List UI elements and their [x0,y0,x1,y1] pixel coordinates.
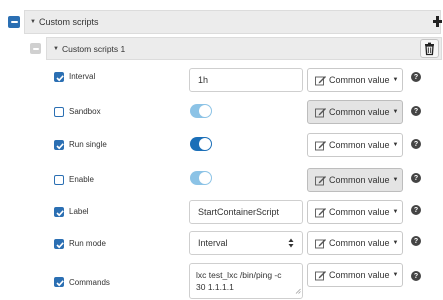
interval-label: Interval [69,72,96,81]
sandbox-checkbox[interactable] [54,107,64,117]
sandbox-toggle[interactable] [190,104,212,118]
enable-toggle[interactable] [190,171,212,185]
caret-down-icon: ▼ [392,77,399,83]
caret-down-icon: ▼ [392,142,399,148]
commands-line-2: 30 1.1.1.1 [196,282,234,292]
common-value-button-commands[interactable]: Common value ▼ [307,263,403,287]
run-mode-label: Run mode [69,239,106,248]
edit-icon [315,270,327,281]
collapse-section-button[interactable] [8,16,20,28]
caret-down-icon: ▼ [392,240,399,246]
enable-checkbox[interactable] [54,175,64,185]
run-single-checkbox[interactable] [54,140,64,150]
label-value: StartContainerScript [198,207,280,217]
common-value-button-run-mode[interactable]: Common value ▼ [307,231,403,255]
collapse-subsection-button[interactable] [30,43,41,54]
question-circle-icon[interactable]: ? [411,106,421,116]
common-value-button-interval[interactable]: Common value ▼ [307,68,403,92]
label-input[interactable]: StartContainerScript [189,200,303,224]
commands-line-1: lxc test_lxc /bin/ping -c [196,270,282,280]
question-circle-icon[interactable]: ? [411,205,421,215]
common-value-label: Common value [329,107,390,117]
question-circle-icon[interactable]: ? [411,173,421,183]
interval-checkbox[interactable] [54,72,64,82]
common-value-label: Common value [329,207,390,217]
edit-icon [315,238,327,249]
sandbox-label: Sandbox [69,107,101,116]
section-title: Custom scripts [38,17,99,27]
plus-icon [433,16,442,27]
run-mode-value: Interval [198,238,228,248]
caret-down-icon: ▼ [392,177,399,183]
interval-value: 1h [198,75,209,85]
caret-down-icon: ▼ [392,272,399,278]
common-value-button-label[interactable]: Common value ▼ [307,200,403,224]
question-circle-icon[interactable]: ? [411,236,421,246]
common-value-label: Common value [329,175,390,185]
run-mode-select[interactable]: Interval [189,231,303,255]
add-button[interactable] [432,12,443,30]
sort-arrows-icon [288,238,294,250]
edit-icon [315,140,327,151]
question-circle-icon[interactable]: ? [411,271,421,281]
edit-icon [315,175,327,186]
enable-label: Enable [69,175,94,184]
label-label: Label [69,207,89,216]
edit-icon [315,207,327,218]
delete-button[interactable] [420,39,439,58]
common-value-label: Common value [329,270,390,280]
commands-textarea[interactable]: lxc test_lxc /bin/ping -c 30 1.1.1.1 [189,263,303,299]
edit-icon [315,107,327,118]
edit-icon [315,75,327,86]
caret-down-icon: ▼ [53,45,59,52]
label-checkbox[interactable] [54,207,64,217]
common-value-label: Common value [329,140,390,150]
common-value-label: Common value [329,75,390,85]
common-value-button-run-single[interactable]: Common value ▼ [307,133,403,157]
common-value-button-sandbox[interactable]: Common value ▼ [307,100,403,124]
caret-down-icon: ▼ [30,19,36,25]
minus-icon [32,47,39,50]
common-value-label: Common value [329,238,390,248]
run-mode-checkbox[interactable] [54,239,64,249]
subsection-header[interactable]: ▼ Custom scripts 1 [46,37,442,60]
resize-handle[interactable] [295,285,301,297]
run-single-toggle[interactable] [190,137,212,151]
caret-down-icon: ▼ [392,209,399,215]
question-circle-icon[interactable]: ? [411,72,421,82]
section-header[interactable]: ▼ Custom scripts [24,10,441,34]
subsection-title: Custom scripts 1 [61,43,126,54]
interval-input[interactable]: 1h [189,68,303,92]
commands-label: Commands [69,278,110,287]
run-single-label: Run single [69,140,107,149]
question-circle-icon[interactable]: ? [411,139,421,149]
trash-icon [425,42,434,56]
minus-icon [10,21,18,23]
common-value-button-enable[interactable]: Common value ▼ [307,168,403,192]
caret-down-icon: ▼ [392,109,399,115]
commands-checkbox[interactable] [54,277,64,287]
